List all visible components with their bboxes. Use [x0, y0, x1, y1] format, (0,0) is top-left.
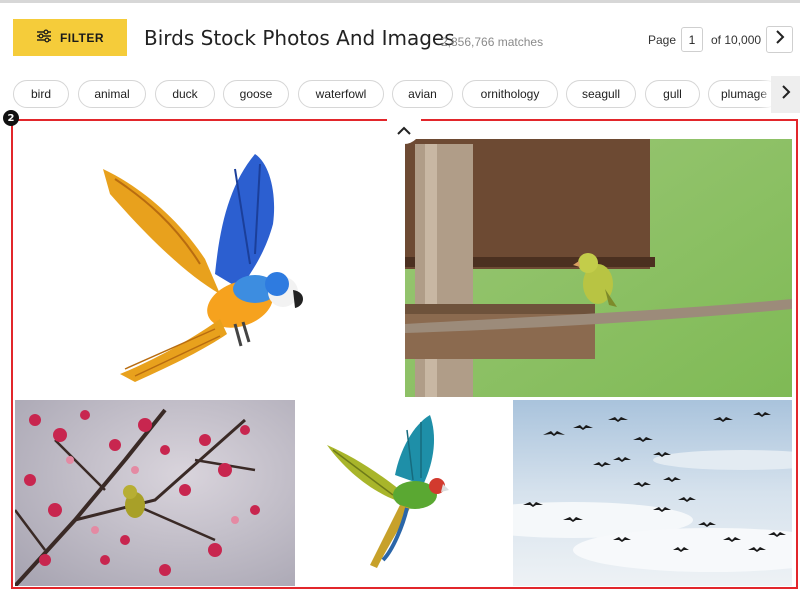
chips-scroll-right-button[interactable]: [771, 76, 800, 113]
annotation-highlight-box: [11, 119, 798, 589]
chevron-right-icon: [775, 30, 785, 49]
chip-bird[interactable]: bird: [13, 80, 69, 108]
annotation-badge: 2: [3, 110, 19, 126]
chip-ornithology[interactable]: ornithology: [462, 80, 558, 108]
page-title: Birds Stock Photos And Images: [144, 26, 455, 50]
chevron-right-icon: [781, 85, 791, 104]
chip-gull[interactable]: gull: [645, 80, 700, 108]
filter-label: FILTER: [59, 30, 105, 45]
chip-plumage[interactable]: plumage: [708, 80, 780, 108]
page-total: of 10,000: [711, 33, 762, 47]
filter-button[interactable]: FILTER: [13, 19, 127, 56]
match-count: 2,856,766 matches: [441, 35, 544, 49]
related-search-chips: bird animal duck goose waterfowl avian o…: [0, 80, 800, 110]
chip-goose[interactable]: goose: [223, 80, 289, 108]
page-number-input[interactable]: [681, 27, 703, 52]
chevron-up-icon: [397, 122, 411, 140]
sliders-icon: [36, 29, 52, 46]
chip-avian[interactable]: avian: [392, 80, 453, 108]
page-label: Page: [648, 33, 677, 47]
results-header: FILTER Birds Stock Photos And Images 2,8…: [0, 3, 800, 69]
next-page-button[interactable]: [766, 26, 793, 53]
chip-animal[interactable]: animal: [78, 80, 146, 108]
chip-waterfowl[interactable]: waterfowl: [298, 80, 384, 108]
chip-duck[interactable]: duck: [155, 80, 215, 108]
chip-seagull[interactable]: seagull: [566, 80, 636, 108]
